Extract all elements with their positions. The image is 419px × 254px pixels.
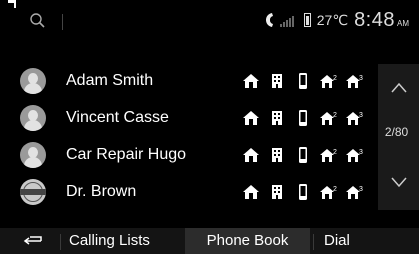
- svg-text:3: 3: [359, 149, 363, 156]
- tab-dial[interactable]: Dial: [324, 228, 384, 254]
- svg-text:2: 2: [333, 186, 337, 193]
- person-avatar-icon: [20, 104, 46, 131]
- office-phone-icon[interactable]: [267, 109, 287, 127]
- scroll-down-button[interactable]: [378, 162, 419, 202]
- svg-text:3: 3: [359, 112, 363, 119]
- office-phone-icon[interactable]: [267, 183, 287, 201]
- bottom-tab-bar: Calling Lists Phone Book Dial: [0, 228, 419, 254]
- number-type-icons: 2 3: [241, 146, 371, 164]
- home-3-phone-icon[interactable]: 3: [345, 146, 365, 164]
- signal-strength-icon: [279, 16, 294, 27]
- home-phone-icon[interactable]: [241, 183, 261, 201]
- nissan-logo-icon: [20, 178, 46, 205]
- temperature: 27℃: [316, 11, 349, 28]
- office-phone-icon[interactable]: [267, 72, 287, 90]
- home-2-phone-icon[interactable]: 2: [319, 72, 339, 90]
- corner-marker-vertical: [14, 0, 16, 8]
- contact-name: Dr. Brown: [66, 182, 137, 200]
- scroll-up-button[interactable]: [378, 68, 419, 108]
- person-avatar-icon: [20, 141, 46, 168]
- battery-icon: [303, 13, 311, 27]
- home-2-phone-icon[interactable]: 2: [319, 146, 339, 164]
- home-3-phone-icon[interactable]: 3: [345, 183, 365, 201]
- svg-text:2: 2: [333, 112, 337, 119]
- mobile-phone-icon[interactable]: [293, 183, 313, 201]
- contact-row[interactable]: Car Repair Hugo 2 3: [20, 136, 370, 173]
- svg-text:3: 3: [359, 186, 363, 193]
- clock: 8:48: [354, 8, 395, 31]
- svg-text:3: 3: [359, 75, 363, 82]
- contact-list: Adam Smith 2 3 Vincent Casse 2 3 Car Rep…: [20, 62, 370, 210]
- contact-name: Adam Smith: [66, 71, 154, 89]
- svg-text:2: 2: [333, 149, 337, 156]
- number-type-icons: 2 3: [241, 72, 371, 90]
- back-icon[interactable]: [22, 233, 44, 249]
- clock-ampm: AM: [397, 18, 409, 28]
- person-avatar-icon: [20, 67, 46, 94]
- number-type-icons: 2 3: [241, 183, 371, 201]
- search-divider: [62, 14, 63, 30]
- chevron-up-icon: [390, 82, 407, 93]
- home-3-phone-icon[interactable]: 3: [345, 109, 365, 127]
- office-phone-icon[interactable]: [267, 146, 287, 164]
- home-phone-icon[interactable]: [241, 109, 261, 127]
- mobile-phone-icon[interactable]: [293, 146, 313, 164]
- tab-calling-lists[interactable]: Calling Lists: [69, 228, 179, 254]
- contact-row[interactable]: Dr. Brown 2 3: [20, 173, 370, 210]
- home-phone-icon[interactable]: [241, 146, 261, 164]
- status-bar: 27℃ 8:48 AM: [0, 0, 419, 40]
- tab-phone-book[interactable]: Phone Book: [185, 228, 310, 254]
- home-2-phone-icon[interactable]: 2: [319, 109, 339, 127]
- contact-row[interactable]: Adam Smith 2 3: [20, 62, 370, 99]
- phone-connected-icon: [265, 13, 273, 27]
- contact-row[interactable]: Vincent Casse 2 3: [20, 99, 370, 136]
- home-2-phone-icon[interactable]: 2: [319, 183, 339, 201]
- contact-name: Car Repair Hugo: [66, 145, 187, 163]
- page-indicator: 2/80: [384, 125, 409, 139]
- mobile-phone-icon[interactable]: [293, 72, 313, 90]
- search-icon[interactable]: [29, 12, 47, 30]
- chevron-down-icon: [390, 177, 407, 188]
- number-type-icons: 2 3: [241, 109, 371, 127]
- home-phone-icon[interactable]: [241, 72, 261, 90]
- tab-divider: [60, 234, 61, 250]
- tab-divider: [313, 234, 314, 250]
- mobile-phone-icon[interactable]: [293, 109, 313, 127]
- home-3-phone-icon[interactable]: 3: [345, 72, 365, 90]
- svg-text:2: 2: [333, 75, 337, 82]
- status-indicators: 27℃ 8:48 AM: [264, 6, 409, 34]
- contact-name: Vincent Casse: [66, 108, 169, 126]
